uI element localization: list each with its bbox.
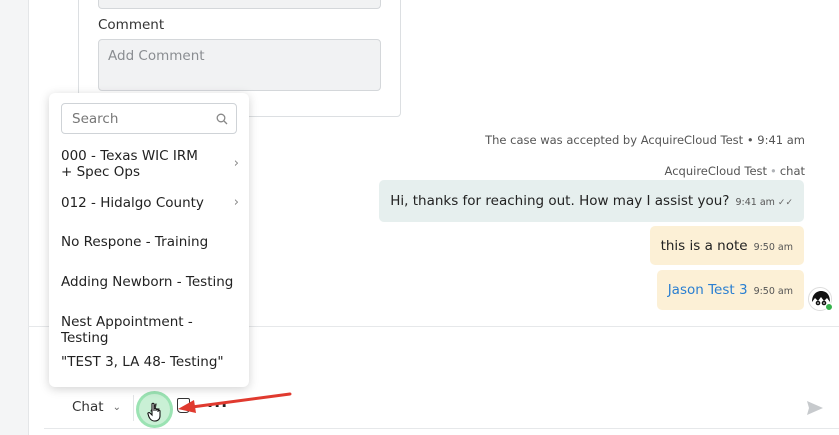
item-label: 012 - Hidalgo County <box>61 195 204 211</box>
link-message: Jason Test 3 9:50 am <box>656 270 804 310</box>
search-placeholder: Search <box>72 110 119 127</box>
message-text: Hi, thanks for reaching out. How may I a… <box>390 193 730 209</box>
composer-bottom-border <box>44 428 839 429</box>
message-link[interactable]: Jason Test 3 <box>668 282 748 298</box>
message-time: 9:50 am <box>753 286 793 297</box>
search-icon <box>216 113 228 125</box>
double-check-icon: ✓✓ <box>777 197 793 208</box>
hand-cursor-icon <box>147 402 163 427</box>
case-accepted-message: The case was accepted by AcquireCloud Te… <box>485 133 805 147</box>
quick-text-item[interactable]: No Respone - Training <box>61 234 239 250</box>
channel-select[interactable]: Chat ⌄ <box>72 399 121 415</box>
chevron-down-icon: ⌄ <box>112 401 121 413</box>
previous-field[interactable] <box>98 0 381 9</box>
sender-name: AcquireCloud Test <box>664 164 768 178</box>
channel-name: chat <box>779 164 805 178</box>
online-status-dot <box>825 303 833 311</box>
item-label: "TEST 3, LA 48- Testing" <box>61 354 224 370</box>
item-label: Adding Newborn - Testing <box>61 274 234 290</box>
comment-label: Comment <box>98 17 165 33</box>
quick-text-item[interactable]: 012 - Hidalgo County › <box>61 195 239 211</box>
chevron-right-icon: › <box>233 195 239 210</box>
message-time: 9:41 am <box>735 197 775 208</box>
channel-label: Chat <box>72 399 104 415</box>
composer-separator <box>133 395 134 421</box>
quick-text-item[interactable]: Nest Appointment - Testing <box>61 314 239 346</box>
item-label: 000 - Texas WIC IRM + Spec Ops <box>61 148 198 180</box>
chevron-right-icon: › <box>233 156 239 171</box>
item-label: No Respone - Training <box>61 234 209 250</box>
send-icon[interactable] <box>806 399 824 417</box>
annotation-arrow <box>178 392 292 413</box>
agent-message: Hi, thanks for reaching out. How may I a… <box>379 180 804 222</box>
quick-text-item[interactable]: 000 - Texas WIC IRM + Spec Ops › <box>61 148 239 180</box>
search-input[interactable]: Search <box>61 103 237 134</box>
comment-input[interactable]: Add Comment <box>98 39 381 91</box>
quick-text-item[interactable]: "TEST 3, LA 48- Testing" <box>61 354 239 370</box>
message-text: this is a note <box>660 237 748 254</box>
sender-info: AcquireCloud Test • chat <box>665 164 805 178</box>
item-label: Nest Appointment - Testing <box>61 314 193 346</box>
note-message: this is a note 9:50 am <box>649 226 804 265</box>
separator-dot: • <box>770 164 777 178</box>
message-time: 9:50 am <box>753 241 793 253</box>
quick-text-dropdown: Search 000 - Texas WIC IRM + Spec Ops › … <box>49 93 249 387</box>
quick-text-item[interactable]: Adding Newborn - Testing <box>61 274 239 290</box>
